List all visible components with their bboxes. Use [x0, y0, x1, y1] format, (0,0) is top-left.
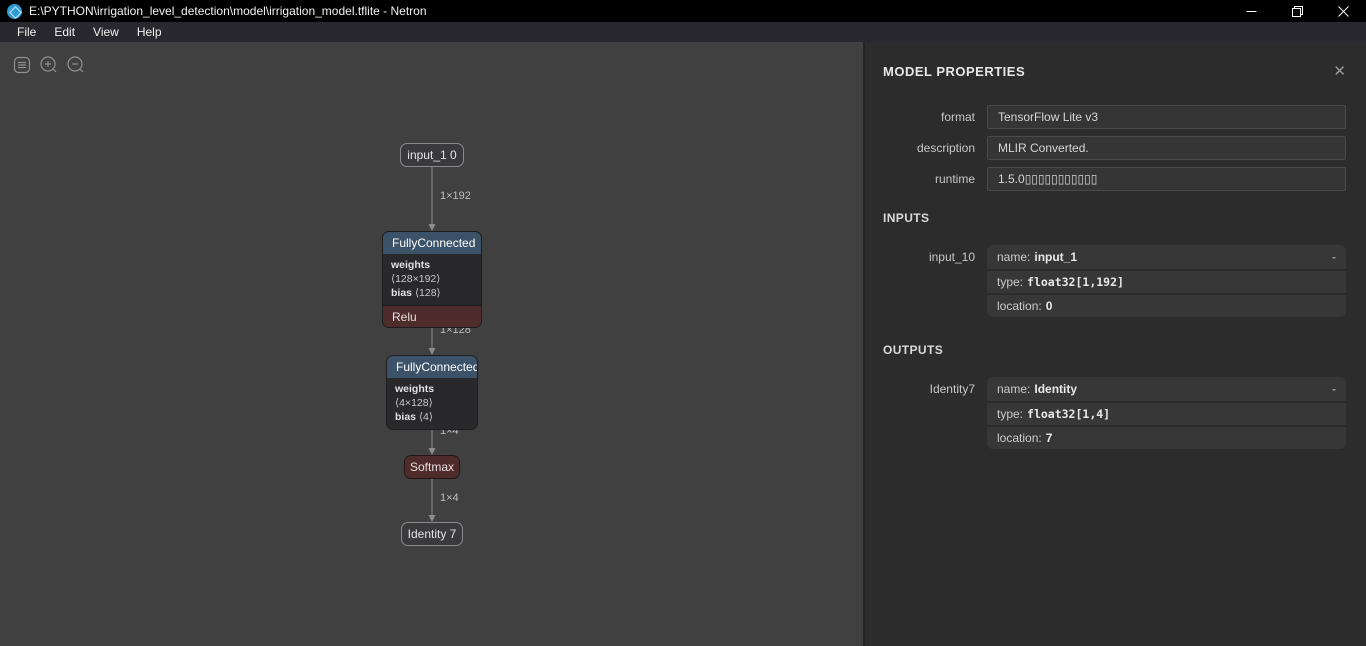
- name-value: Identity: [1034, 382, 1077, 396]
- location-label: location:: [997, 299, 1042, 313]
- output-arg-card: name: Identity - type: float32[1,4] loca…: [987, 377, 1346, 449]
- zoom-in-icon: [39, 55, 59, 75]
- input-argument: input_10 name: input_1 - type: float32[1…: [883, 245, 1346, 317]
- edge-label-1x4-b: 1×4: [440, 492, 459, 504]
- output-location-row: location: 7: [987, 425, 1346, 449]
- output-name-row: name: Identity -: [987, 377, 1346, 401]
- property-label: description: [883, 136, 987, 160]
- node-header: FullyConnected: [383, 232, 481, 254]
- graph-node-output[interactable]: Identity 7: [401, 522, 463, 546]
- panel-close-icon[interactable]: ✕: [1333, 65, 1346, 79]
- model-properties-list: format TensorFlow Lite v3 description ML…: [883, 105, 1346, 191]
- type-label: type:: [997, 275, 1023, 289]
- location-value: 0: [1046, 299, 1053, 313]
- property-value: MLIR Converted.: [987, 136, 1346, 160]
- property-row-description: description MLIR Converted.: [883, 136, 1346, 160]
- location-label: location:: [997, 431, 1042, 445]
- graph-node-softmax[interactable]: Softmax: [404, 455, 460, 479]
- menu-view[interactable]: View: [84, 23, 128, 41]
- canvas-toolbar: [12, 55, 86, 75]
- menubar: File Edit View Help: [0, 22, 1366, 42]
- node-attributes: weights ⟨128×192⟩ bias ⟨128⟩: [383, 254, 481, 305]
- graph-node-fullyconnected-2[interactable]: FullyConnected weights ⟨4×128⟩ bias ⟨4⟩: [386, 355, 478, 430]
- bias-label: bias: [391, 287, 412, 299]
- close-icon: [1338, 6, 1349, 17]
- graph-canvas[interactable]: 1×192 1×128 1×4 1×4 input_1 0 FullyConne…: [0, 42, 865, 646]
- name-value: input_1: [1034, 250, 1077, 264]
- weights-shape: ⟨4×128⟩: [395, 397, 433, 409]
- restore-button[interactable]: [1274, 0, 1320, 22]
- netron-window: E:\PYTHON\irrigation_level_detection\mod…: [0, 0, 1366, 646]
- zoom-out-button[interactable]: [66, 55, 86, 75]
- graph-node-input[interactable]: input_1 0: [400, 143, 464, 167]
- type-label: type:: [997, 407, 1023, 421]
- window-controls: [1228, 0, 1366, 22]
- zoom-in-button[interactable]: [39, 55, 59, 75]
- input-type-row: type: float32[1,192]: [987, 269, 1346, 293]
- window-title: E:\PYTHON\irrigation_level_detection\mod…: [29, 4, 427, 18]
- output-argument: Identity7 name: Identity - type: float32…: [883, 377, 1346, 449]
- name-label: name:: [997, 382, 1030, 396]
- restore-icon: [1292, 6, 1303, 17]
- type-value: float32[1,4]: [1027, 407, 1110, 421]
- model-properties-button[interactable]: [12, 55, 32, 75]
- netron-app-icon: [7, 4, 22, 19]
- output-type-row: type: float32[1,4]: [987, 401, 1346, 425]
- input-arg-card: name: input_1 - type: float32[1,192] loc…: [987, 245, 1346, 317]
- property-label: format: [883, 105, 987, 129]
- edge-label-1x192: 1×192: [440, 190, 471, 202]
- model-properties-panel: MODEL PROPERTIES ✕ format TensorFlow Lit…: [865, 42, 1366, 646]
- bias-label: bias: [395, 411, 416, 423]
- output-arg-name: Identity7: [883, 377, 987, 449]
- menu-file[interactable]: File: [8, 23, 45, 41]
- menu-help[interactable]: Help: [128, 23, 171, 41]
- inputs-section-header: INPUTS: [883, 211, 1346, 225]
- property-value: TensorFlow Lite v3: [987, 105, 1346, 129]
- collapse-toggle[interactable]: -: [1332, 382, 1336, 396]
- outputs-section-header: OUTPUTS: [883, 343, 1346, 357]
- node-activation: Relu: [383, 305, 481, 327]
- property-row-format: format TensorFlow Lite v3: [883, 105, 1346, 129]
- weights-label: weights: [391, 259, 430, 271]
- input-name-row: name: input_1 -: [987, 245, 1346, 269]
- input-arg-name: input_10: [883, 245, 987, 317]
- weights-shape: ⟨128×192⟩: [391, 273, 440, 285]
- close-window-button[interactable]: [1320, 0, 1366, 22]
- bias-shape: ⟨128⟩: [415, 287, 441, 299]
- titlebar: E:\PYTHON\irrigation_level_detection\mod…: [0, 0, 1366, 22]
- panel-title: MODEL PROPERTIES: [883, 64, 1025, 79]
- location-value: 7: [1046, 431, 1053, 445]
- property-value: 1.5.0▯▯▯▯▯▯▯▯▯▯▯: [987, 167, 1346, 191]
- menu-edit[interactable]: Edit: [45, 23, 84, 41]
- minimize-icon: [1246, 6, 1257, 17]
- minimize-button[interactable]: [1228, 0, 1274, 22]
- node-attributes: weights ⟨4×128⟩ bias ⟨4⟩: [387, 378, 477, 429]
- name-label: name:: [997, 250, 1030, 264]
- input-location-row: location: 0: [987, 293, 1346, 317]
- node-header: FullyConnected: [387, 356, 477, 378]
- bias-shape: ⟨4⟩: [419, 411, 433, 423]
- sidebar-menu-icon: [12, 55, 32, 75]
- weights-label: weights: [395, 383, 434, 395]
- property-row-runtime: runtime 1.5.0▯▯▯▯▯▯▯▯▯▯▯: [883, 167, 1346, 191]
- zoom-out-icon: [66, 55, 86, 75]
- graph-node-fullyconnected-1[interactable]: FullyConnected weights ⟨128×192⟩ bias ⟨1…: [382, 231, 482, 328]
- type-value: float32[1,192]: [1027, 275, 1124, 289]
- property-label: runtime: [883, 167, 987, 191]
- graph-edges: [0, 42, 865, 646]
- collapse-toggle[interactable]: -: [1332, 250, 1336, 264]
